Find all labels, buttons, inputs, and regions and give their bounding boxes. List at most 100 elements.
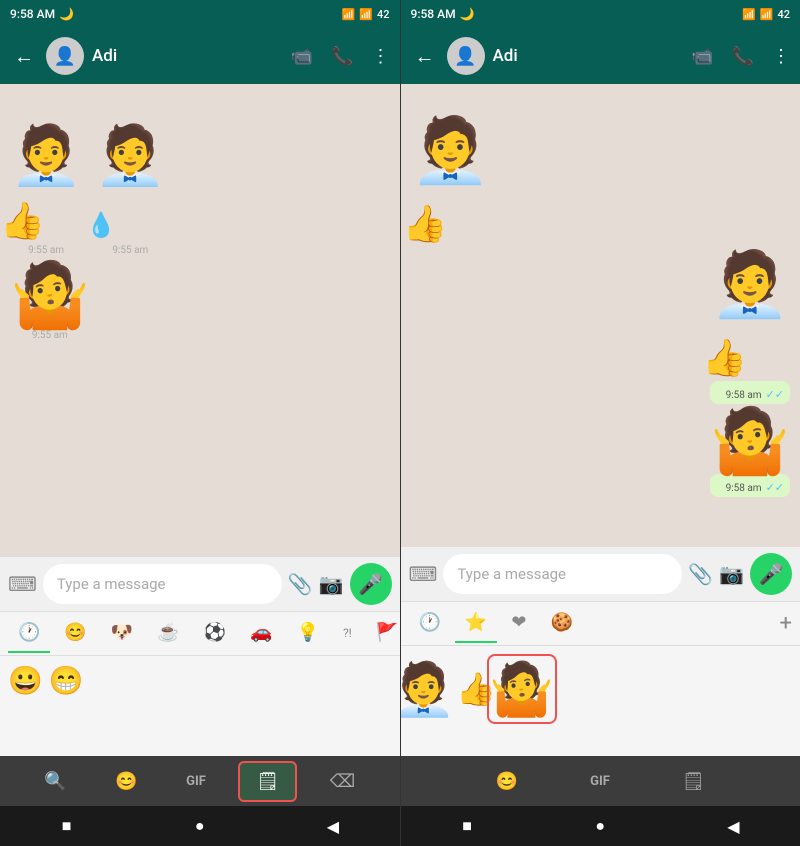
left-android-nav: ■ ● ◀ <box>0 806 400 846</box>
left-emoji-panel: 🕐 😊 🐶 ☕ ⚽ 🚗 💡 ?! 🚩 😀 😁 <box>0 611 400 756</box>
more-icon-left[interactable]: ⋮ <box>372 46 390 67</box>
video-call-icon-right[interactable]: 📹 <box>691 46 713 67</box>
nav-sticker-right[interactable]: 🗒 <box>666 763 721 800</box>
mic-button-left[interactable]: 🎤 <box>350 563 392 605</box>
avatar-right[interactable]: 👤 <box>447 37 485 75</box>
nav-search-left[interactable]: 🔍 <box>28 763 82 800</box>
sticker-tab-recent[interactable]: 🕐 <box>409 604 451 643</box>
sticker-sweat-left: 🧑‍💼💧 9:55 am <box>94 127 166 256</box>
sticker-sent-shrug: 🤷 9:58 am ✓✓ <box>710 410 790 497</box>
left-keyboard-nav: 🔍 😊 GIF 🗒 ⌫ <box>0 756 400 806</box>
attach-icon-left[interactable]: 📎 <box>288 572 313 596</box>
right-status-bar: 9:58 AM 🌙 📶 📶 42 <box>401 0 800 28</box>
sticker-sent-thumbs: 🧑‍💼👍 9:58 am ✓✓ <box>710 253 790 404</box>
left-phone-panel: 9:58 AM 🌙 📶 📶 42 ← 👤 Adi 📹 📞 ⋮ TODAY <box>0 0 400 846</box>
message-input-right[interactable]: Type a message <box>443 554 682 594</box>
keyboard-icon-left[interactable]: ⌨ <box>8 572 37 596</box>
nav-sticker-left[interactable]: 🗒 <box>238 761 297 802</box>
emoji-beam[interactable]: 😁 <box>49 664 84 697</box>
signal-icon-right: 📶 <box>760 8 774 21</box>
wifi-icon: 📶 <box>342 8 356 21</box>
emoji-tab-flags[interactable]: 🚩 <box>366 614 400 653</box>
nav-emoji-left[interactable]: 😊 <box>99 763 153 800</box>
emoji-tab-symbols[interactable]: ?! <box>333 618 362 650</box>
nav-square-right[interactable]: ■ <box>452 816 482 836</box>
more-icon-right[interactable]: ⋮ <box>772 46 790 67</box>
contact-name-left: Adi <box>92 46 283 66</box>
right-chat-header: ← 👤 Adi 📹 📞 ⋮ <box>401 28 800 84</box>
emoji-tab-food[interactable]: ☕ <box>147 614 189 653</box>
wifi-icon-right: 📶 <box>742 8 756 21</box>
left-status-bar: 9:58 AM 🌙 📶 📶 42 <box>0 0 400 28</box>
back-button-right[interactable]: ← <box>411 40 439 73</box>
emoji-tab-animals[interactable]: 🐶 <box>101 614 143 653</box>
right-phone-panel: 9:58 AM 🌙 📶 📶 42 ← 👤 Adi 📹 📞 ⋮ 9:55 am <box>401 0 800 846</box>
sticker-thumbs-item[interactable]: 🧑‍💼👍 <box>409 654 479 724</box>
moon-icon-right: 🌙 <box>460 7 475 21</box>
mic-icon-left: 🎤 <box>358 572 383 596</box>
back-button-left[interactable]: ← <box>10 40 38 73</box>
date-label-left: TODAY <box>10 100 390 119</box>
nav-delete-left[interactable]: ⌫ <box>314 763 371 800</box>
right-input-area: ⌨ Type a message 📎 📷 🎤 <box>401 547 800 601</box>
sticker-shrug-left: 🤷 9:55 am <box>10 264 90 341</box>
nav-gif-left[interactable]: GIF <box>170 766 222 797</box>
right-status-right: 📶 📶 42 <box>742 8 790 21</box>
sticker-content-right: 🧑‍💼👍 🤷 <box>401 646 800 756</box>
battery-right: 42 <box>777 8 790 21</box>
emoji-tab-sports[interactable]: ⚽ <box>194 614 236 653</box>
sticker-add-button[interactable]: + <box>780 611 792 636</box>
message-input-left[interactable]: Type a message <box>43 564 282 604</box>
left-input-area: ⌨ Type a message 📎 📷 🎤 <box>0 557 400 611</box>
time-right: 9:58 AM <box>411 7 456 21</box>
nav-emoji-right[interactable]: 😊 <box>480 763 534 800</box>
emoji-tab-objects[interactable]: 💡 <box>287 614 329 653</box>
nav-gif-right[interactable]: GIF <box>574 766 626 797</box>
keyboard-icon-right[interactable]: ⌨ <box>409 562 438 586</box>
sticker-tabs-right: 🕐 ⭐ ❤ 🍪 + <box>401 602 800 646</box>
emoji-tab-recent[interactable]: 🕐 <box>8 614 50 653</box>
time-bubble-right: 9:55 am <box>411 92 791 113</box>
right-android-nav: ■ ● ◀ <box>401 806 800 846</box>
nav-square-left[interactable]: ■ <box>52 816 82 836</box>
sticker-tab-cookie[interactable]: 🍪 <box>540 604 582 643</box>
sticker-received-thumbs: 🧑‍💼👍 <box>411 119 491 247</box>
signal-icon: 📶 <box>359 8 373 21</box>
right-status-left: 9:58 AM 🌙 <box>411 7 475 21</box>
mic-button-right[interactable]: 🎤 <box>750 553 792 595</box>
nav-back-left[interactable]: ◀ <box>318 817 348 836</box>
mic-icon-right: 🎤 <box>759 562 784 586</box>
nav-back-right[interactable]: ◀ <box>718 817 748 836</box>
sticker-tab-star[interactable]: ⭐ <box>455 604 497 643</box>
emoji-tab-travel[interactable]: 🚗 <box>240 614 282 653</box>
right-chat-area: 9:55 am 🧑‍💼👍 🧑‍💼👍 9:58 am ✓✓ 🤷 <box>401 84 800 547</box>
emoji-grin[interactable]: 😀 <box>8 664 43 697</box>
emoji-content-left: 😀 😁 <box>0 656 400 756</box>
battery-left: 42 <box>377 8 390 21</box>
left-chat-header: ← 👤 Adi 📹 📞 ⋮ <box>0 28 400 84</box>
emoji-tab-smile[interactable]: 😊 <box>54 614 96 653</box>
attach-icon-right[interactable]: 📎 <box>688 562 713 586</box>
time-left: 9:58 AM <box>10 7 55 21</box>
header-icons-left: 📹 📞 ⋮ <box>291 46 390 67</box>
contact-name-right: Adi <box>493 46 684 66</box>
avatar-left[interactable]: 👤 <box>46 37 84 75</box>
sticker-tab-heart[interactable]: ❤ <box>501 604 536 643</box>
phone-icon-left[interactable]: 📞 <box>331 46 353 67</box>
header-icons-right: 📹 📞 ⋮ <box>691 46 790 67</box>
sticker-thumbs-left: 🧑‍💼👍 9:55 am <box>10 127 82 256</box>
camera-icon-right[interactable]: 📷 <box>719 562 744 586</box>
status-right: 📶 📶 42 <box>342 8 390 21</box>
camera-icon-left[interactable]: 📷 <box>319 572 344 596</box>
nav-circle-left[interactable]: ● <box>185 816 215 836</box>
emoji-tabs-left: 🕐 😊 🐶 ☕ ⚽ 🚗 💡 ?! 🚩 <box>0 612 400 656</box>
left-chat-area: TODAY 🧑‍💼👍 9:55 am 🧑‍💼💧 9:55 am 🤷 9:55 a… <box>0 84 400 557</box>
sticker-shrug-item[interactable]: 🤷 <box>487 654 557 724</box>
right-keyboard-nav: 😊 GIF 🗒 <box>401 756 800 806</box>
nav-circle-right[interactable]: ● <box>585 816 615 836</box>
moon-icon: 🌙 <box>59 7 74 21</box>
video-call-icon-left[interactable]: 📹 <box>291 46 313 67</box>
right-sticker-panel: 🕐 ⭐ ❤ 🍪 + 🧑‍💼👍 🤷 <box>401 601 800 756</box>
status-left: 9:58 AM 🌙 <box>10 7 74 21</box>
phone-icon-right[interactable]: 📞 <box>732 46 754 67</box>
